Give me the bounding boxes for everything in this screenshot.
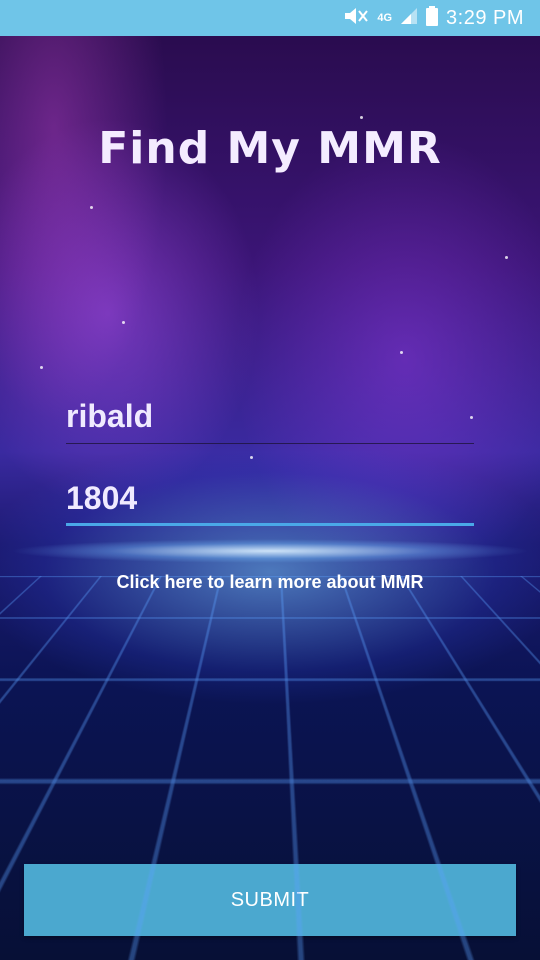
status-icons: 4G bbox=[343, 6, 438, 31]
star bbox=[360, 116, 363, 119]
learn-more-link[interactable]: Click here to learn more about MMR bbox=[0, 572, 540, 593]
star bbox=[400, 351, 403, 354]
status-bar: 4G 3:29 PM bbox=[0, 0, 540, 36]
mute-icon bbox=[343, 7, 369, 30]
network-4g-icon: 4G bbox=[377, 12, 392, 24]
username-field[interactable] bbox=[66, 394, 474, 444]
star bbox=[40, 366, 43, 369]
username-input[interactable] bbox=[66, 394, 474, 438]
status-time: 3:29 PM bbox=[446, 7, 524, 30]
username-underline bbox=[66, 443, 474, 444]
mmr-underline bbox=[66, 523, 474, 526]
mmr-input[interactable] bbox=[66, 476, 474, 520]
signal-icon bbox=[400, 7, 418, 30]
star bbox=[250, 456, 253, 459]
star bbox=[90, 206, 93, 209]
star bbox=[505, 256, 508, 259]
horizon-glow bbox=[0, 536, 540, 566]
submit-button[interactable]: SUBMIT bbox=[24, 864, 516, 936]
mmr-field[interactable] bbox=[66, 476, 474, 526]
star bbox=[122, 321, 125, 324]
page-title: Find My MMR bbox=[0, 123, 540, 174]
battery-icon bbox=[426, 6, 438, 31]
